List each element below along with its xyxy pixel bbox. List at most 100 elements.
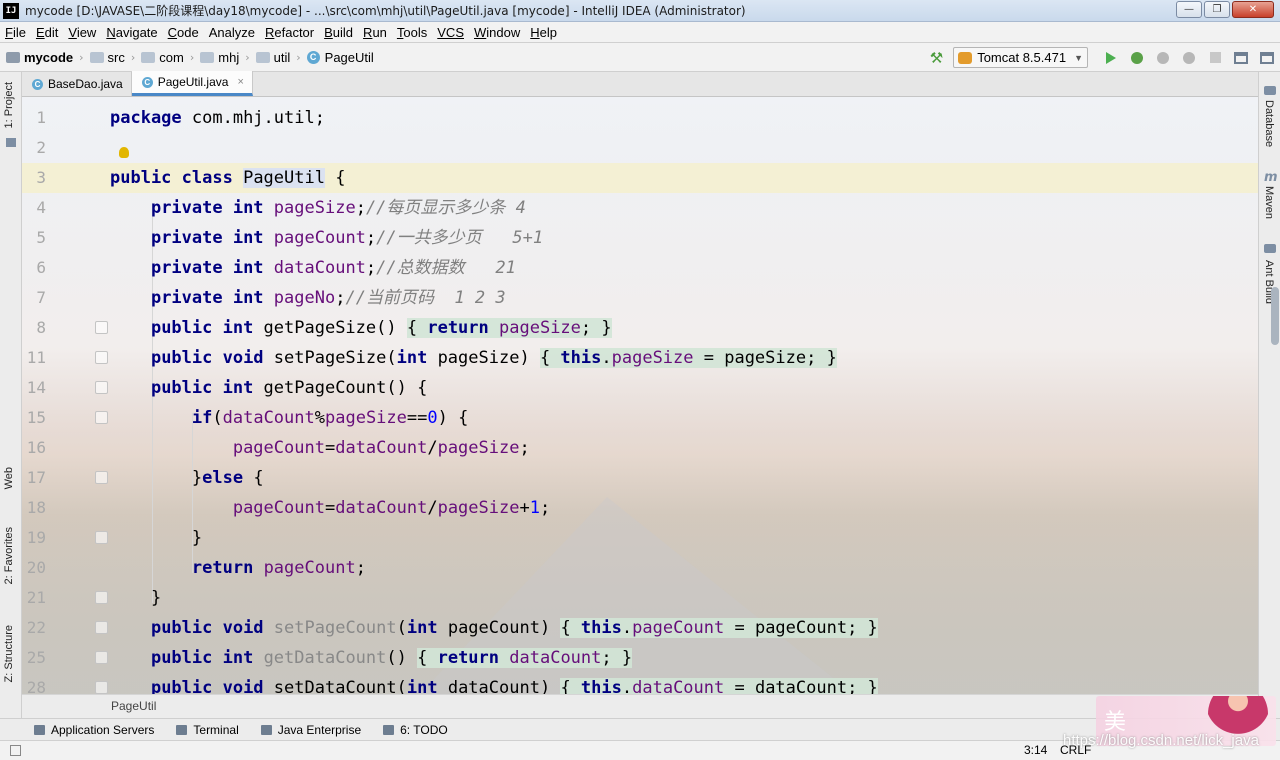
project-folder-icon: [6, 51, 20, 63]
menu-file[interactable]: File: [0, 25, 31, 40]
menu-help[interactable]: Help: [525, 25, 562, 40]
profile-icon: [1183, 51, 1195, 64]
project-folder-icon: [6, 138, 16, 147]
line-number: 15: [26, 408, 46, 427]
intellij-logo-icon: IJ: [3, 2, 19, 19]
fold-marker[interactable]: [95, 651, 108, 664]
code-line: }: [110, 588, 162, 608]
crumb-com[interactable]: com: [141, 50, 184, 65]
presentation-button[interactable]: [1259, 50, 1275, 66]
window-icon: [1260, 51, 1274, 64]
code-line: private int pageSize;//每页显示多少条 4: [150, 198, 526, 218]
tool-todo[interactable]: 6: TODO: [383, 723, 448, 737]
menu-view[interactable]: View: [63, 25, 101, 40]
code-line: private int pageNo;//当前页码 1 2 3: [150, 288, 506, 308]
line-number: 1: [36, 108, 46, 127]
code-line: pageCount=dataCount/pageSize+1;: [232, 498, 551, 518]
crumb-project[interactable]: mycode: [6, 50, 73, 65]
class-icon: C: [306, 50, 320, 64]
code-line: public void setPageSize(int pageSize) { …: [150, 348, 837, 368]
fold-marker[interactable]: [95, 621, 108, 634]
crumb-separator-icon: ›: [245, 50, 250, 64]
tool-tab-favorites[interactable]: 2: Favorites: [3, 527, 15, 584]
watermark-url: https://blog.csdn.net/lick_java: [1063, 732, 1259, 749]
fold-marker[interactable]: [95, 681, 108, 694]
menu-tools[interactable]: Tools: [392, 25, 432, 40]
fold-marker[interactable]: [95, 591, 108, 604]
menu-refactor[interactable]: Refactor: [260, 25, 319, 40]
line-number: 28: [26, 678, 46, 694]
menu-build[interactable]: Build: [319, 25, 358, 40]
code-editor[interactable]: 1 2 3 4 5 6 7 8 11 14 15 16 17 18 19 20 …: [22, 97, 1258, 694]
crumb-class[interactable]: C PageUtil: [306, 50, 374, 65]
crumb-mhj[interactable]: mhj: [200, 50, 239, 65]
fold-marker[interactable]: [95, 411, 108, 424]
close-icon[interactable]: ×: [237, 76, 243, 88]
run-configuration-select[interactable]: Tomcat 8.5.471 ▼: [953, 47, 1088, 68]
fold-marker[interactable]: [95, 531, 108, 544]
fold-marker[interactable]: [95, 471, 108, 484]
run-button[interactable]: [1103, 50, 1119, 66]
debug-button[interactable]: [1129, 50, 1145, 66]
tool-tab-project[interactable]: 1: Project: [3, 82, 15, 128]
editor-tabs: C BaseDao.java C PageUtil.java ×: [22, 71, 1258, 97]
line-number: 21: [26, 588, 46, 607]
tab-basedao[interactable]: C BaseDao.java: [22, 72, 132, 96]
close-button[interactable]: ✕: [1232, 1, 1274, 18]
profile-button[interactable]: [1181, 50, 1197, 66]
menu-analyze[interactable]: Analyze: [204, 25, 260, 40]
tool-tab-maven[interactable]: Maven: [1263, 186, 1275, 219]
scrollbar-thumb[interactable]: [1271, 287, 1279, 345]
tool-tab-database[interactable]: Database: [1263, 100, 1275, 147]
folder-icon: [200, 51, 215, 63]
caret-position[interactable]: 3:14: [1024, 743, 1047, 757]
code-line: }else {: [110, 468, 264, 488]
tool-tab-web[interactable]: Web: [3, 467, 15, 489]
lightbulb-icon[interactable]: [119, 147, 129, 158]
menu-navigate[interactable]: Navigate: [101, 25, 162, 40]
tool-java-enterprise[interactable]: Java Enterprise: [260, 723, 361, 737]
code-line: private int pageCount;//一共多少页 5+1: [150, 228, 544, 248]
coverage-button[interactable]: [1155, 50, 1171, 66]
code-line: public int getPageCount() {: [150, 378, 428, 398]
window-title: mycode [D:\JAVASE\二阶段课程\day18\mycode] - …: [25, 4, 746, 18]
tool-windows-toggle-icon[interactable]: [10, 745, 21, 756]
tool-application-servers[interactable]: Application Servers: [34, 723, 154, 737]
terminal-icon: [176, 724, 188, 735]
class-icon: C: [141, 76, 153, 88]
menu-edit[interactable]: Edit: [31, 25, 63, 40]
build-hammer-icon[interactable]: ⚒: [930, 49, 943, 67]
tab-pageutil[interactable]: C PageUtil.java ×: [131, 71, 253, 96]
project-structure-icon: [1234, 51, 1248, 64]
tool-terminal[interactable]: Terminal: [176, 723, 239, 737]
code-line: public void setPageCount(int pageCount) …: [150, 618, 878, 638]
menu-code[interactable]: Code: [163, 25, 204, 40]
editor-breadcrumb[interactable]: PageUtil: [22, 694, 1258, 718]
chevron-down-icon: ▼: [1074, 52, 1083, 63]
maximize-button[interactable]: ❐: [1204, 1, 1230, 18]
project-structure-button[interactable]: [1233, 50, 1249, 66]
crumb-util[interactable]: util: [255, 50, 290, 65]
crumb-src[interactable]: src: [89, 50, 125, 65]
menu-window[interactable]: Window: [469, 25, 525, 40]
menu-vcs[interactable]: VCS: [432, 25, 469, 40]
stop-button[interactable]: [1207, 50, 1223, 66]
line-number: 19: [26, 528, 46, 547]
code-line: pageCount=dataCount/pageSize;: [232, 438, 530, 458]
line-number: 18: [26, 498, 46, 517]
code-line: }: [110, 528, 203, 548]
fold-marker[interactable]: [95, 381, 108, 394]
coverage-icon: [1157, 51, 1169, 64]
menu-bar: File Edit View Navigate Code Analyze Ref…: [0, 22, 1280, 43]
code-line: if(dataCount%pageSize==0) {: [191, 408, 469, 428]
fold-marker[interactable]: [95, 351, 108, 364]
minimize-button[interactable]: —: [1176, 1, 1202, 18]
menu-run[interactable]: Run: [358, 25, 392, 40]
line-number: 7: [36, 288, 46, 307]
fold-marker[interactable]: [95, 321, 108, 334]
line-number: 2: [36, 138, 46, 157]
tool-tab-structure[interactable]: Z: Structure: [3, 625, 15, 682]
line-number: 14: [26, 378, 46, 397]
crumb-separator-icon: ›: [296, 50, 301, 64]
play-icon: [1106, 51, 1116, 64]
